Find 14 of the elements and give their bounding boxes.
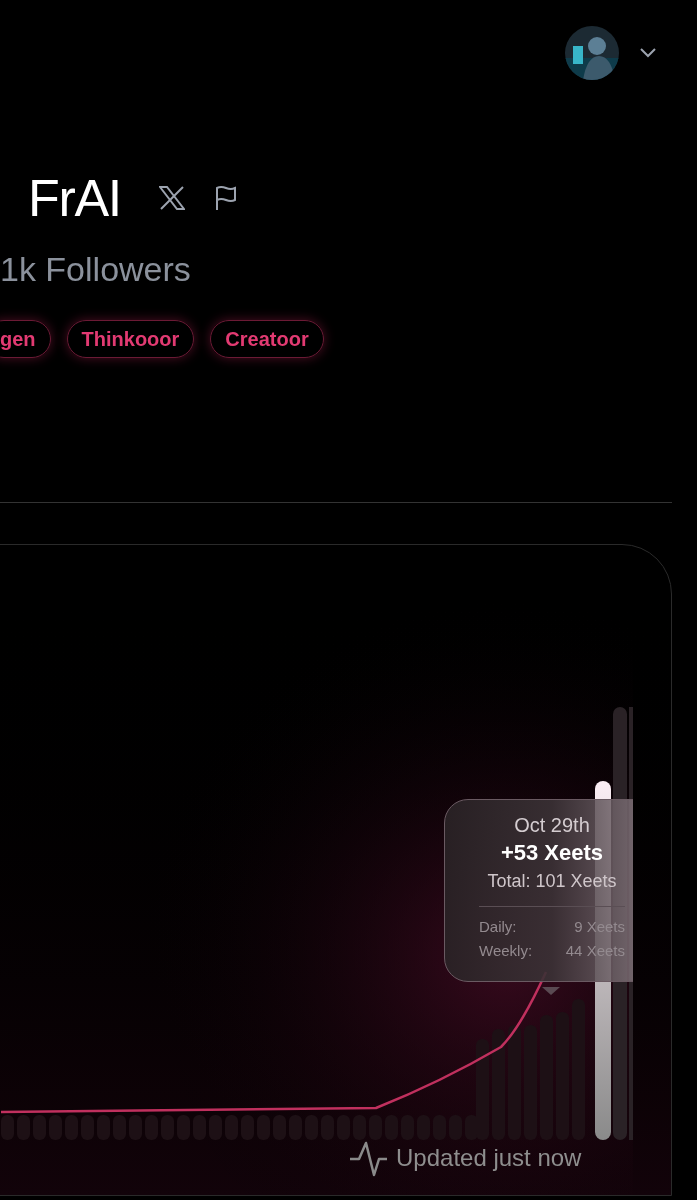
tooltip-change: +53 Xeets <box>500 839 604 867</box>
flag-icon[interactable] <box>215 185 237 211</box>
activity-icon <box>350 1141 387 1177</box>
avatar[interactable] <box>565 25 619 80</box>
profile-name: FrAI <box>28 172 121 224</box>
follower-count: 1k Followers <box>0 252 192 286</box>
pointer-icon <box>542 987 560 995</box>
x-logo-icon[interactable] <box>159 186 185 210</box>
tooltip-total: Total: 101 Xeets <box>487 870 617 893</box>
tooltip-date: Oct 29th <box>514 813 590 838</box>
stat-label: Weekly: <box>479 941 533 961</box>
chevron-down-icon[interactable] <box>639 46 657 59</box>
stat-label: Daily: <box>479 917 517 937</box>
update-status: Updated just now <box>396 1144 582 1171</box>
